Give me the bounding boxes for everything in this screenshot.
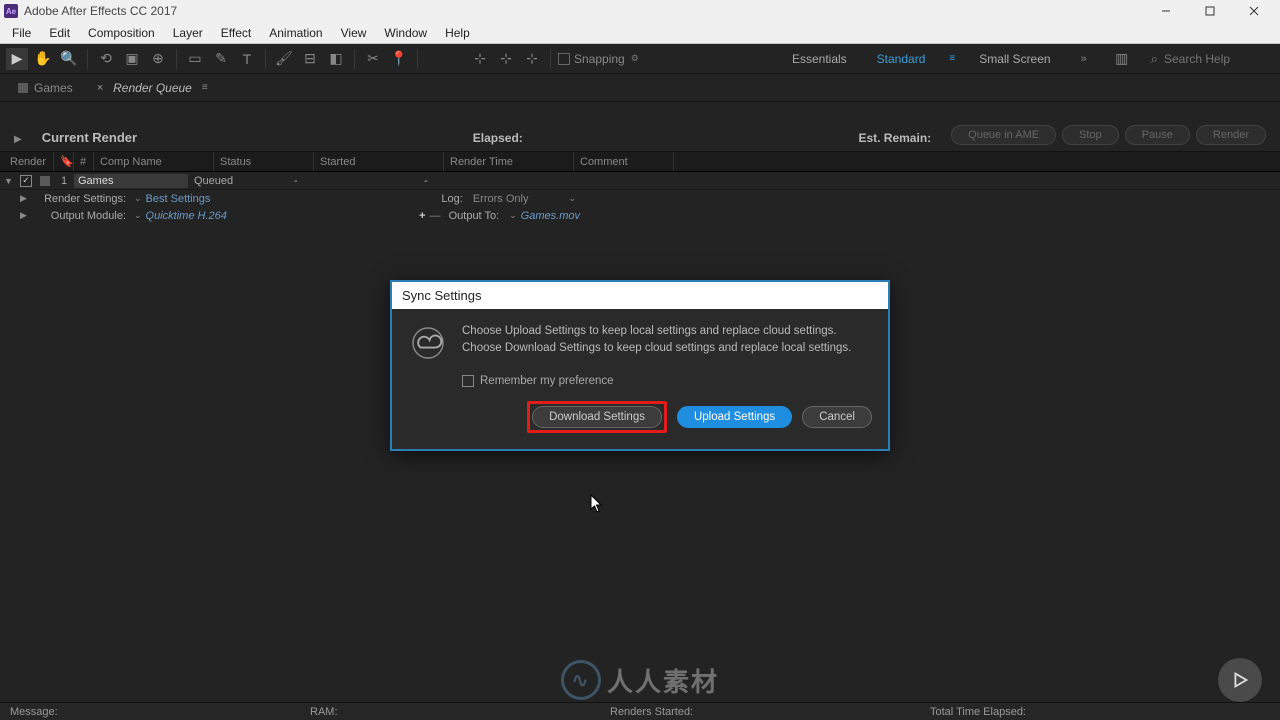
annotation-highlight: Download Settings [527,401,667,433]
status-total-time: Total Time Elapsed: [930,706,1026,718]
remember-preference-checkbox[interactable]: Remember my preference [462,375,872,387]
download-settings-button[interactable]: Download Settings [532,406,662,428]
cancel-button[interactable]: Cancel [802,406,872,428]
upload-settings-button[interactable]: Upload Settings [677,406,792,428]
remember-preference-label: Remember my preference [480,375,614,387]
sync-settings-dialog: Sync Settings Choose Upload Settings to … [390,280,890,451]
status-message: Message: [10,706,270,718]
status-renders-started: Renders Started: [610,706,890,718]
status-ram: RAM: [310,706,570,718]
checkbox-icon[interactable] [462,375,474,387]
play-overlay-button[interactable] [1218,658,1262,702]
dialog-title: Sync Settings [392,282,888,309]
dialog-text: Choose Upload Settings to keep local set… [462,323,851,358]
creative-cloud-icon [408,323,448,363]
status-bar: Message: RAM: Renders Started: Total Tim… [0,702,1280,720]
